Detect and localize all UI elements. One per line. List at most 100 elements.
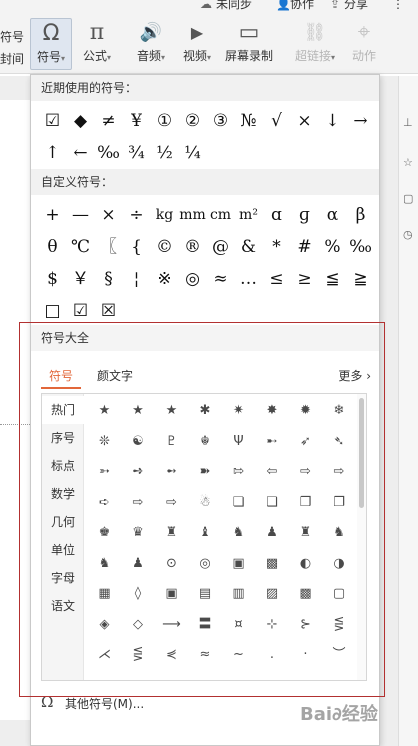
panel-icon-1[interactable]: ⊥ — [403, 116, 413, 129]
pi-icon: π — [89, 20, 105, 45]
ribbon-clipped-label-2: 封间 — [0, 52, 25, 66]
recent-symbol-cell[interactable]: ◆ — [67, 105, 94, 137]
share-icon: ⇪ — [330, 0, 341, 11]
action-label: 动作 — [351, 49, 376, 63]
highlight-annotation-box — [19, 322, 385, 697]
panel-icon-2[interactable]: ☆ — [403, 156, 413, 169]
ribbon-toolbar: ☁ 未同步 👤 协作 ⇪ 分享 ⋮ 符号 封间 Ω 符号▾ π 公式▾ 🔊 音频… — [0, 0, 418, 74]
recent-symbol-cell[interactable]: ③ — [207, 105, 234, 137]
recent-symbol-cell[interactable]: ½ — [151, 137, 178, 169]
formula-button[interactable]: π 公式▾ — [76, 18, 118, 70]
audio-button[interactable]: 🔊 音频▾ — [130, 18, 172, 70]
collab-button[interactable]: 协作 — [290, 0, 314, 12]
symbol-label: 符号 — [36, 50, 61, 64]
collab-icon: 👤 — [276, 0, 291, 11]
recent-symbol-cell[interactable]: ¥ — [123, 105, 150, 137]
custom-symbol-cell[interactable]: — — [67, 199, 94, 231]
custom-symbol-cell[interactable]: ¦ — [123, 263, 150, 295]
audio-label: 音频 — [136, 49, 161, 63]
custom-symbol-cell[interactable]: ◎ — [179, 263, 206, 295]
custom-symbol-cell[interactable]: ≥ — [291, 263, 318, 295]
custom-symbol-cell[interactable]: θ — [39, 231, 66, 263]
custom-symbol-cell[interactable]: β — [347, 199, 374, 231]
recent-symbol-cell[interactable]: √ — [263, 105, 290, 137]
recent-symbols-heading: 近期使用的符号： — [31, 75, 379, 101]
custom-symbol-cell[interactable]: cm — [207, 199, 234, 231]
recent-symbol-cell[interactable]: ↑ — [39, 137, 66, 169]
custom-symbol-cell[interactable]: $ — [39, 263, 66, 295]
recent-symbol-cell[interactable]: № — [235, 105, 262, 137]
custom-symbol-cell[interactable]: + — [39, 199, 66, 231]
custom-symbol-cell[interactable]: m² — [235, 199, 262, 231]
custom-symbol-cell[interactable]: ≧ — [347, 263, 374, 295]
custom-symbol-cell[interactable]: ※ — [151, 263, 178, 295]
chevron-down-icon: ▾ — [161, 53, 166, 62]
custom-symbol-cell[interactable]: ɡ — [291, 199, 318, 231]
sync-status[interactable]: 未同步 — [216, 0, 252, 12]
custom-symbol-cell[interactable]: α — [319, 199, 346, 231]
custom-symbol-cell[interactable]: © — [151, 231, 178, 263]
custom-symbol-cell[interactable]: × — [95, 199, 122, 231]
speaker-icon: 🔊 — [139, 22, 163, 43]
custom-symbol-cell[interactable]: § — [95, 263, 122, 295]
panel-icon-3[interactable]: ▢ — [403, 192, 413, 205]
recent-symbol-cell[interactable]: → — [347, 105, 374, 137]
screen-record-icon: ▭ — [238, 20, 260, 45]
video-button[interactable]: ▶ 视频▾ — [176, 18, 218, 70]
recent-symbol-cell[interactable]: ¾ — [123, 137, 150, 169]
custom-symbol-cell[interactable]: 〖 — [95, 231, 122, 263]
custom-symbol-cell[interactable]: kg — [151, 199, 178, 231]
sync-icon: ☁ — [200, 0, 212, 11]
link-icon: ⛓ — [303, 22, 327, 43]
screen-record-button[interactable]: ▭ 屏幕录制 — [222, 18, 276, 70]
recent-symbol-cell[interactable]: ‰ — [95, 137, 122, 169]
hyperlink-button[interactable]: ⛓ 超链接▾ — [292, 18, 338, 70]
omega-icon: Ω — [42, 21, 60, 46]
symbol-button[interactable]: Ω 符号▾ — [30, 18, 72, 70]
recent-symbol-cell[interactable]: × — [291, 105, 318, 137]
recent-symbol-cell[interactable]: ↓ — [319, 105, 346, 137]
custom-symbol-cell[interactable]: … — [235, 263, 262, 295]
recent-symbol-cell[interactable]: ☑ — [39, 105, 66, 137]
video-label: 视频 — [182, 49, 207, 63]
chevron-down-icon: ▾ — [107, 53, 112, 62]
watermark: Bai∂经验 — [300, 704, 378, 725]
chevron-down-icon: ▾ — [207, 53, 212, 62]
ribbon-clipped-label: 符号 — [0, 30, 25, 44]
recent-symbol-cell[interactable]: ① — [151, 105, 178, 137]
action-button[interactable]: ⌖ 动作 — [344, 18, 384, 70]
recent-symbol-cell[interactable]: ≠ — [95, 105, 122, 137]
custom-symbol-cell[interactable]: * — [263, 231, 290, 263]
recent-symbol-cell[interactable]: ¼ — [179, 137, 206, 169]
custom-symbol-cell[interactable]: # — [291, 231, 318, 263]
custom-symbol-cell[interactable]: ≈ — [207, 263, 234, 295]
custom-symbol-cell[interactable]: mm — [179, 199, 206, 231]
formula-label: 公式 — [82, 49, 107, 63]
right-side-panel: ⊥ ☆ ▢ ◷ — [398, 76, 418, 746]
custom-symbol-cell[interactable]: ɑ — [263, 199, 290, 231]
share-button[interactable]: 分享 — [344, 0, 368, 12]
custom-symbol-cell[interactable]: ≤ — [263, 263, 290, 295]
custom-symbol-cell[interactable]: % — [319, 231, 346, 263]
other-symbols-label: 其他符号(M)... — [65, 697, 145, 711]
custom-symbol-cell[interactable]: ÷ — [123, 199, 150, 231]
custom-symbol-cell[interactable]: ‰ — [347, 231, 374, 263]
custom-symbol-cell[interactable]: ￥ — [67, 263, 94, 295]
custom-symbol-cell[interactable]: { — [123, 231, 150, 263]
custom-symbols-heading: 自定义符号： — [31, 169, 379, 195]
custom-symbol-cell[interactable]: & — [235, 231, 262, 263]
hyperlink-label: 超链接 — [294, 49, 331, 63]
panel-icon-4[interactable]: ◷ — [403, 228, 413, 241]
screen-record-label: 屏幕录制 — [224, 49, 273, 63]
custom-symbol-cell[interactable]: @ — [207, 231, 234, 263]
chevron-down-icon: ▾ — [331, 53, 336, 62]
custom-symbol-cell[interactable]: ℃ — [67, 231, 94, 263]
custom-symbol-cell[interactable]: ≦ — [319, 263, 346, 295]
recent-symbol-cell[interactable]: ← — [67, 137, 94, 169]
more-menu-icon[interactable]: ⋮ — [392, 0, 404, 12]
custom-symbol-cell[interactable]: ® — [179, 231, 206, 263]
mouse-icon: ⌖ — [357, 20, 371, 45]
recent-symbol-cell[interactable]: ② — [179, 105, 206, 137]
video-icon: ▶ — [190, 23, 204, 42]
chevron-down-icon: ▾ — [61, 54, 66, 63]
